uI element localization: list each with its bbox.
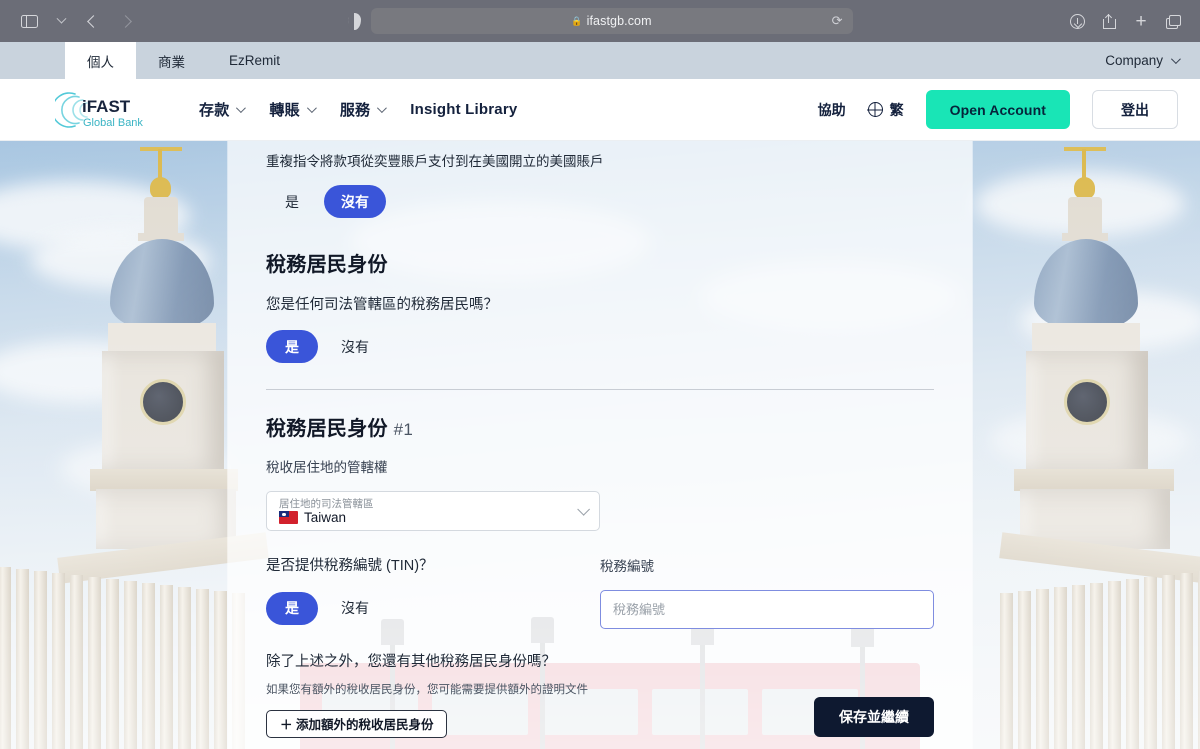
chevron-down-icon [1170, 54, 1181, 65]
tax-residency-heading: 稅務居民身份 [266, 254, 388, 277]
nav-link-insight-library-label: Insight Library [410, 101, 518, 118]
nav-link-transfers-label: 轉賬 [269, 102, 300, 119]
address-bar-area: 🔒 ifastgb.com ⟳ [0, 0, 1200, 42]
recurring-instruction-question: 重複指令將款項從奕豐賬戶支付到在美國開立的美國賬戶 [266, 154, 604, 169]
tin-yes-button[interactable]: 是 [266, 591, 318, 625]
tax-resident-toggle: 是 沒有 [266, 330, 934, 364]
tax-resident-no-button[interactable]: 沒有 [324, 330, 386, 363]
lock-icon: 🔒 [571, 15, 583, 26]
forward-arrow-icon[interactable] [110, 7, 140, 35]
site-tab-strip: 個人 商業 EzRemit Company [0, 42, 1200, 79]
site-tab-business[interactable]: 商業 [136, 42, 207, 79]
tax-residency-1-title: 稅務居民身份 [266, 418, 388, 441]
back-arrow-icon[interactable] [78, 7, 108, 35]
tax-resident-question: 您是任何司法管轄區的稅務居民嗎？ [266, 297, 498, 314]
nav-link-services[interactable]: 服務 [339, 99, 388, 120]
plus-icon[interactable]: + [1128, 8, 1154, 34]
browser-nav-controls [14, 7, 140, 35]
jurisdiction-select[interactable]: 居住地的司法管轄區 Taiwan [266, 491, 600, 532]
recurring-instruction-toggle: 是 沒有 [266, 185, 934, 219]
nav-link-services-label: 服務 [339, 102, 371, 119]
nav-link-deposits[interactable]: 存款 [199, 99, 247, 120]
logout-button[interactable]: 登出 [1092, 90, 1178, 129]
company-menu-label: Company [1105, 53, 1163, 68]
browser-toolbar: 🔒 ifastgb.com ⟳ + [0, 0, 1200, 42]
chevron-down-icon [236, 103, 247, 114]
browser-actions: + [1064, 8, 1186, 34]
nav-right-actions: 協助 繁 Open Account 登出 [818, 90, 1178, 129]
save-and-continue-button[interactable]: 保存並繼續 [814, 697, 934, 737]
tin-no-button[interactable]: 沒有 [324, 592, 386, 625]
svg-text:iFAST: iFAST [82, 97, 131, 116]
tab-overview-icon[interactable] [1160, 8, 1186, 34]
sidebar-dropdown-icon[interactable] [46, 7, 76, 35]
url-text: ifastgb.com [586, 14, 652, 28]
form-panel: 重複指令將款項從奕豐賬戶支付到在美國開立的美國賬戶 是 沒有 稅務居民身份 您是… [228, 141, 972, 749]
address-bar[interactable]: 🔒 ifastgb.com ⟳ [370, 8, 853, 34]
help-link[interactable]: 協助 [818, 100, 846, 120]
language-switcher[interactable]: 繁 [867, 100, 904, 120]
tin-toggle: 是 沒有 [266, 591, 540, 625]
nav-link-transfers[interactable]: 轉賬 [269, 99, 317, 120]
chevron-down-icon [377, 103, 388, 114]
sidebar-toggle-icon[interactable] [14, 7, 44, 35]
download-icon[interactable] [1064, 8, 1090, 34]
page-body: 重複指令將款項從奕豐賬戶支付到在美國開立的美國賬戶 是 沒有 稅務居民身份 您是… [0, 141, 1200, 749]
svg-text:Global Bank: Global Bank [83, 117, 143, 129]
additional-residency-hint: 如果您有額外的稅收居民身份，您可能需要提供額外的證明文件 [266, 683, 588, 696]
share-icon[interactable] [1096, 8, 1122, 34]
jurisdiction-select-value: Taiwan [304, 509, 347, 525]
recurring-no-button[interactable]: 沒有 [324, 185, 386, 219]
chevron-down-icon [577, 502, 590, 516]
reload-icon[interactable]: ⟳ [832, 13, 843, 29]
open-account-button[interactable]: Open Account [925, 90, 1070, 129]
site-tab-personal[interactable]: 個人 [65, 42, 136, 79]
chevron-down-icon [306, 103, 317, 114]
ifast-global-bank-logo[interactable]: iFAST Global Bank [55, 87, 165, 133]
site-navigation: iFAST Global Bank 存款 轉賬 服務 Insight Libra… [0, 79, 1200, 141]
company-menu[interactable]: Company [1105, 42, 1181, 79]
additional-residency-question: 除了上述之外，您還有其他稅務居民身份嗎？ [266, 654, 556, 671]
tin-question: 是否提供稅務編號 (TIN)？ [266, 558, 434, 575]
tin-input[interactable] [600, 590, 934, 630]
site-tab-ezremit[interactable]: EzRemit [207, 42, 302, 79]
add-additional-residency-button[interactable]: ＋ 添加額外的稅收居民身份 [266, 709, 448, 738]
tax-residency-1-heading: 稅務居民身份 #1 [266, 412, 934, 441]
nav-link-insight-library[interactable]: Insight Library [410, 101, 517, 118]
privacy-shield-icon[interactable] [347, 12, 361, 30]
section-divider [266, 389, 934, 391]
taiwan-flag-icon [279, 510, 298, 524]
tax-residency-1-index: #1 [393, 420, 414, 440]
recurring-yes-button[interactable]: 是 [266, 185, 318, 218]
jurisdiction-select-mini-label: 居住地的司法管轄區 [279, 497, 374, 510]
nav-links: 存款 轉賬 服務 Insight Library [199, 99, 517, 120]
tin-field-label: 稅務編號 [600, 559, 654, 575]
language-label: 繁 [889, 101, 904, 118]
globe-icon [867, 102, 883, 117]
nav-link-deposits-label: 存款 [199, 102, 230, 119]
jurisdiction-label: 稅收居住地的管轄權 [266, 460, 388, 476]
tax-resident-yes-button[interactable]: 是 [266, 330, 318, 364]
